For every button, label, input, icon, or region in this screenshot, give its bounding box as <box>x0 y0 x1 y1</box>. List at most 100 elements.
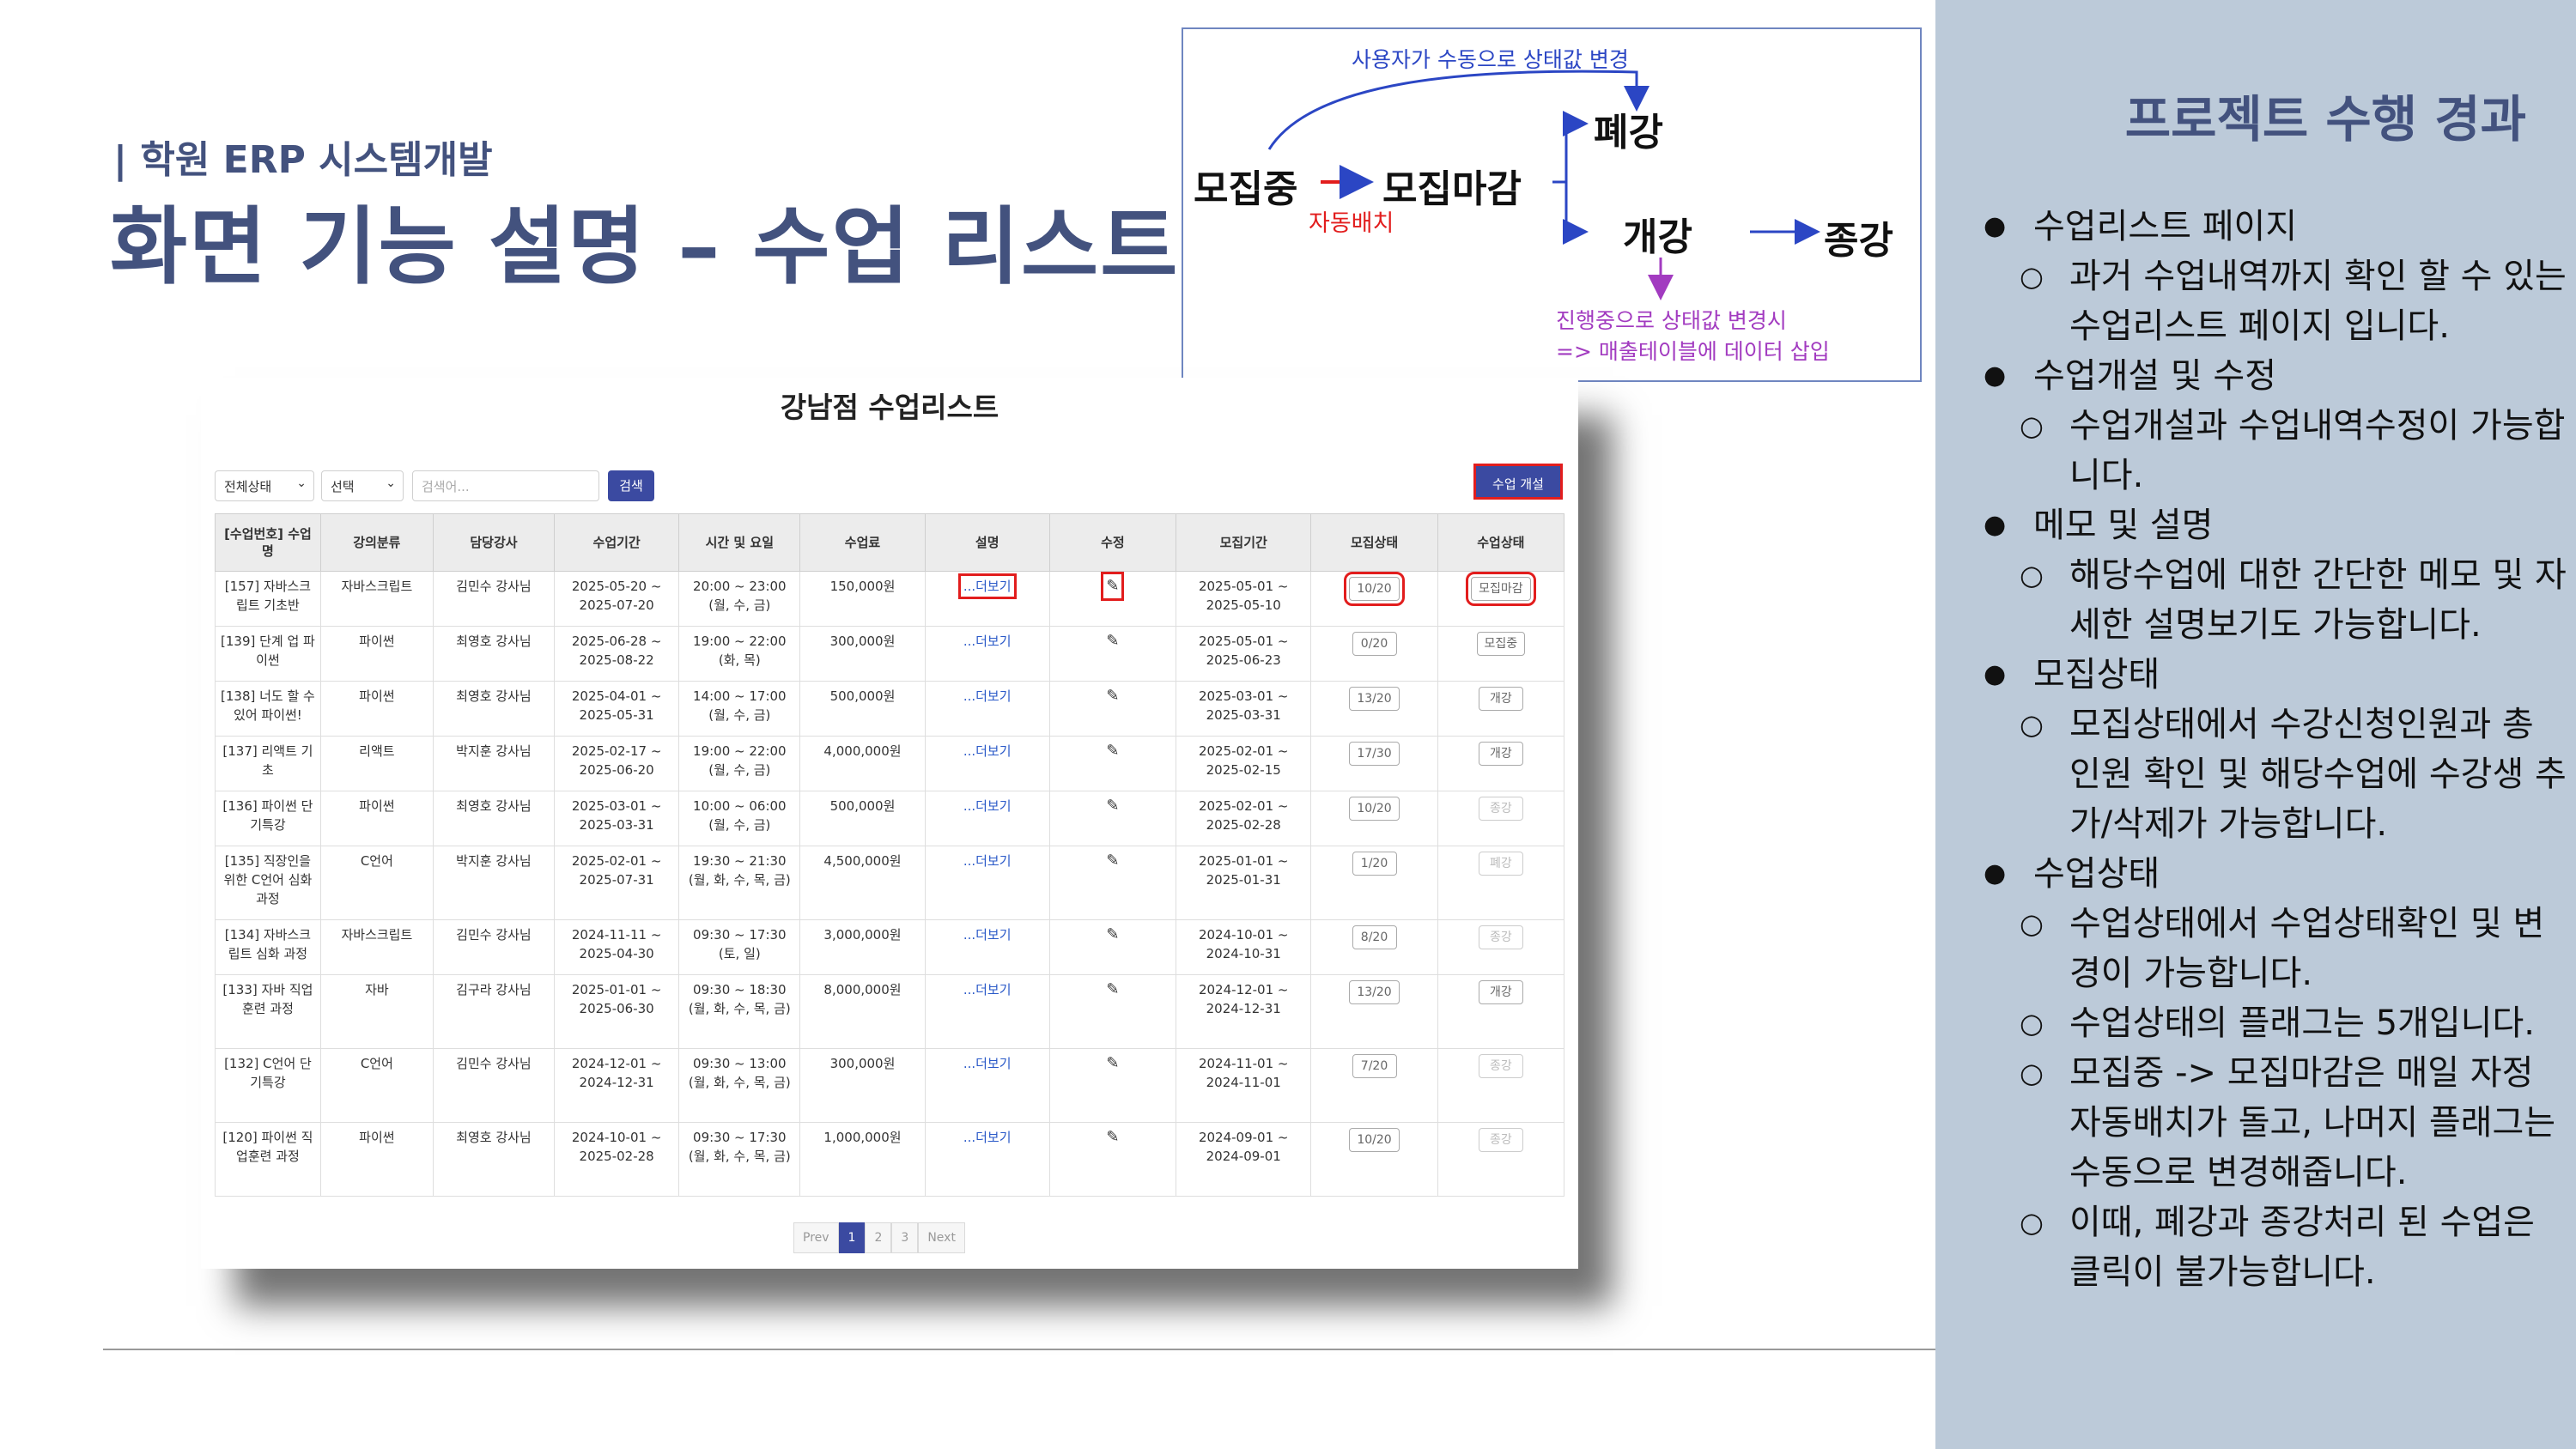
cell-recruit-period: 2024-12-01 ~ 2024-12-31 <box>1176 974 1312 1049</box>
status-filter-select[interactable]: 전체상태 ⌄ <box>215 470 314 501</box>
recruit-status-badge[interactable]: 10/20 <box>1349 1128 1400 1152</box>
cell-teacher: 김구라 강사님 <box>432 974 556 1049</box>
cell-text: 최영호 강사님 <box>456 634 532 649</box>
cell-recruit-period: 2025-01-01 ~ 2025-01-31 <box>1176 846 1312 920</box>
panel-sub-bullet: 해당수업에 대한 간단한 메모 및 자세한 설명보기도 가능합니다. <box>1984 550 2567 650</box>
edit-icon[interactable]: ✎ <box>1106 742 1119 761</box>
cell-text: 10:00 ~ 06:00 (월, 수, 금) <box>693 798 787 833</box>
cell-text: 09:30 ~ 17:30 (월, 화, 수, 목, 금) <box>688 1130 791 1164</box>
recruit-status-badge[interactable]: 10/20 <box>1344 572 1405 606</box>
more-link[interactable]: ...더보기 <box>963 798 1012 814</box>
recruit-status-badge[interactable]: 13/20 <box>1349 687 1400 711</box>
recruit-status-badge[interactable]: 0/20 <box>1352 632 1397 656</box>
class-status-badge[interactable]: 개강 <box>1478 742 1523 766</box>
prev-page-button[interactable]: Prev <box>793 1222 839 1253</box>
category-filter-select[interactable]: 선택 ⌄ <box>321 470 404 501</box>
table-row[interactable]: [137] 리액트 기초 리액트 박지훈 강사님 2025-02-17 ~ 2025-… <box>215 736 1565 791</box>
cell-class-status: 종강 <box>1437 919 1565 975</box>
recruit-status-badge[interactable]: 17/30 <box>1349 742 1400 766</box>
next-page-button[interactable]: Next <box>918 1222 965 1253</box>
edit-icon[interactable]: ✎ <box>1106 1128 1119 1147</box>
cell-desc: ...더보기 <box>924 1048 1050 1123</box>
cell-text: [134] 자바스크립트 심화 과정 <box>224 927 312 961</box>
search-input[interactable]: 검색어... <box>412 470 599 501</box>
edit-icon[interactable]: ✎ <box>1106 632 1119 651</box>
class-status-badge[interactable]: 개강 <box>1478 687 1523 711</box>
more-link[interactable]: ...더보기 <box>963 688 1012 704</box>
table-row[interactable]: [138] 너도 할 수 있어 파이썬! 파이썬 최영호 강사님 2025-04-01… <box>215 681 1565 737</box>
cell-category: 파이썬 <box>319 791 434 846</box>
page-1-button[interactable]: 1 <box>838 1222 866 1253</box>
cell-period: 2024-10-01 ~ 2025-02-28 <box>554 1122 680 1197</box>
status-flow-diagram: 사용자가 수동으로 상태값 변경 모집중 모집마감 자동배치 폐강 개강 종강 … <box>1182 27 1922 382</box>
edit-icon[interactable]: ✎ <box>1106 687 1119 706</box>
table-row[interactable]: [139] 단계 업 파이썬 파이썬 최영호 강사님 2025-06-28 ~ 202… <box>215 626 1565 682</box>
edit-icon[interactable]: ✎ <box>1106 925 1119 944</box>
search-button[interactable]: 검색 <box>608 470 654 501</box>
cell-time: 09:30 ~ 17:30 (월, 화, 수, 목, 금) <box>678 1122 801 1197</box>
cell-text: 2025-06-28 ~ 2025-08-22 <box>571 634 662 668</box>
open-class-button[interactable]: 수업 개설 <box>1473 464 1563 500</box>
recruit-status-badge[interactable]: 7/20 <box>1352 1054 1397 1078</box>
cell-recruit-period: 2025-05-01 ~ 2025-05-10 <box>1176 571 1312 627</box>
cell-name: [139] 단계 업 파이썬 <box>215 626 321 682</box>
more-link[interactable]: ...더보기 <box>963 1130 1012 1145</box>
edit-icon[interactable]: ✎ <box>1106 1054 1119 1073</box>
more-link[interactable]: ...더보기 <box>963 927 1012 943</box>
cell-edit: ✎ <box>1048 1122 1177 1197</box>
panel-bullet: 수업리스트 페이지 <box>1984 202 2567 252</box>
table-row[interactable]: [157] 자바스크립트 기초반 자바스크립트 김민수 강사님 2025-05-20 … <box>215 571 1565 627</box>
class-status-badge[interactable]: 모집중 <box>1476 632 1526 656</box>
cell-name: [134] 자바스크립트 심화 과정 <box>215 919 321 975</box>
cell-text: 최영호 강사님 <box>456 1130 532 1145</box>
cell-fee: 1,000,000원 <box>799 1122 926 1197</box>
cell-text: 2025-03-01 ~ 2025-03-31 <box>1198 688 1289 723</box>
table-row[interactable]: [134] 자바스크립트 심화 과정 자바스크립트 김민수 강사님 2024-11-1… <box>215 919 1565 975</box>
status-filter-value: 전체상태 <box>224 479 272 494</box>
recruit-status-badge[interactable]: 10/20 <box>1349 797 1400 821</box>
edit-icon[interactable]: ✎ <box>1106 797 1119 815</box>
cell-time: 14:00 ~ 17:00 (월, 수, 금) <box>678 681 801 737</box>
cell-text: 2025-05-01 ~ 2025-05-10 <box>1198 579 1289 613</box>
edit-icon[interactable]: ✎ <box>1101 572 1125 601</box>
cell-text: [133] 자바 직업훈련 과정 <box>222 982 313 1016</box>
page-3-button[interactable]: 3 <box>891 1222 919 1253</box>
cell-category: C언어 <box>319 846 434 920</box>
col-header: 모집기간 <box>1176 513 1312 572</box>
cell-text: C언어 <box>360 853 393 869</box>
recruit-status-badge[interactable]: 8/20 <box>1352 925 1397 949</box>
cell-text: 2025-05-01 ~ 2025-06-23 <box>1198 634 1289 668</box>
cell-desc: ...더보기 <box>924 1122 1050 1197</box>
class-status-badge[interactable]: 모집마감 <box>1466 572 1536 606</box>
recruit-status-badge[interactable]: 1/20 <box>1352 852 1397 876</box>
class-status-badge[interactable]: 개강 <box>1478 980 1523 1004</box>
slide-title: 화면 기능 설명 – 수업 리스트 <box>110 198 1180 296</box>
cell-name: [136] 파이썬 단기특강 <box>215 791 321 846</box>
diagram-node-recruiting: 모집중 <box>1194 167 1298 211</box>
cell-edit: ✎ <box>1048 846 1177 920</box>
more-link[interactable]: ...더보기 <box>963 853 1012 869</box>
cell-text: 19:00 ~ 22:00 (화, 목) <box>693 634 787 668</box>
table-row[interactable]: [120] 파이썬 직업훈련 과정 파이썬 최영호 강사님 2024-10-01 ~ … <box>215 1122 1565 1197</box>
cell-text: 파이썬 <box>359 688 395 704</box>
table-row[interactable]: [133] 자바 직업훈련 과정 자바 김구라 강사님 2025-01-01 ~ 20… <box>215 974 1565 1049</box>
cell-edit: ✎ <box>1048 974 1177 1049</box>
more-link[interactable]: ...더보기 <box>957 573 1017 599</box>
cell-name: [132] C언어 단기특강 <box>215 1048 321 1123</box>
more-link[interactable]: ...더보기 <box>963 982 1012 997</box>
cell-name: [133] 자바 직업훈련 과정 <box>215 974 321 1049</box>
recruit-status-badge[interactable]: 13/20 <box>1349 980 1400 1004</box>
cell-teacher: 최영호 강사님 <box>432 681 556 737</box>
more-link[interactable]: ...더보기 <box>963 634 1012 649</box>
page-2-button[interactable]: 2 <box>865 1222 892 1253</box>
edit-icon[interactable]: ✎ <box>1106 852 1119 870</box>
more-link[interactable]: ...더보기 <box>963 743 1012 759</box>
edit-icon[interactable]: ✎ <box>1106 980 1119 999</box>
panel-sub-bullet: 모집상태에서 수강신청인원과 총 인원 확인 및 해당수업에 수강생 추가/삭제… <box>1984 700 2567 849</box>
table-row[interactable]: [135] 직장인을 위한 C언어 심화 과정 C언어 박지훈 강사님 2025-02… <box>215 846 1565 920</box>
cell-text: 리액트 <box>359 743 395 759</box>
more-link[interactable]: ...더보기 <box>963 1056 1012 1071</box>
table-row[interactable]: [136] 파이썬 단기특강 파이썬 최영호 강사님 2025-03-01 ~ 202… <box>215 791 1565 846</box>
cell-category: 리액트 <box>319 736 434 791</box>
table-row[interactable]: [132] C언어 단기특강 C언어 김민수 강사님 2024-12-01 ~ 202… <box>215 1048 1565 1123</box>
